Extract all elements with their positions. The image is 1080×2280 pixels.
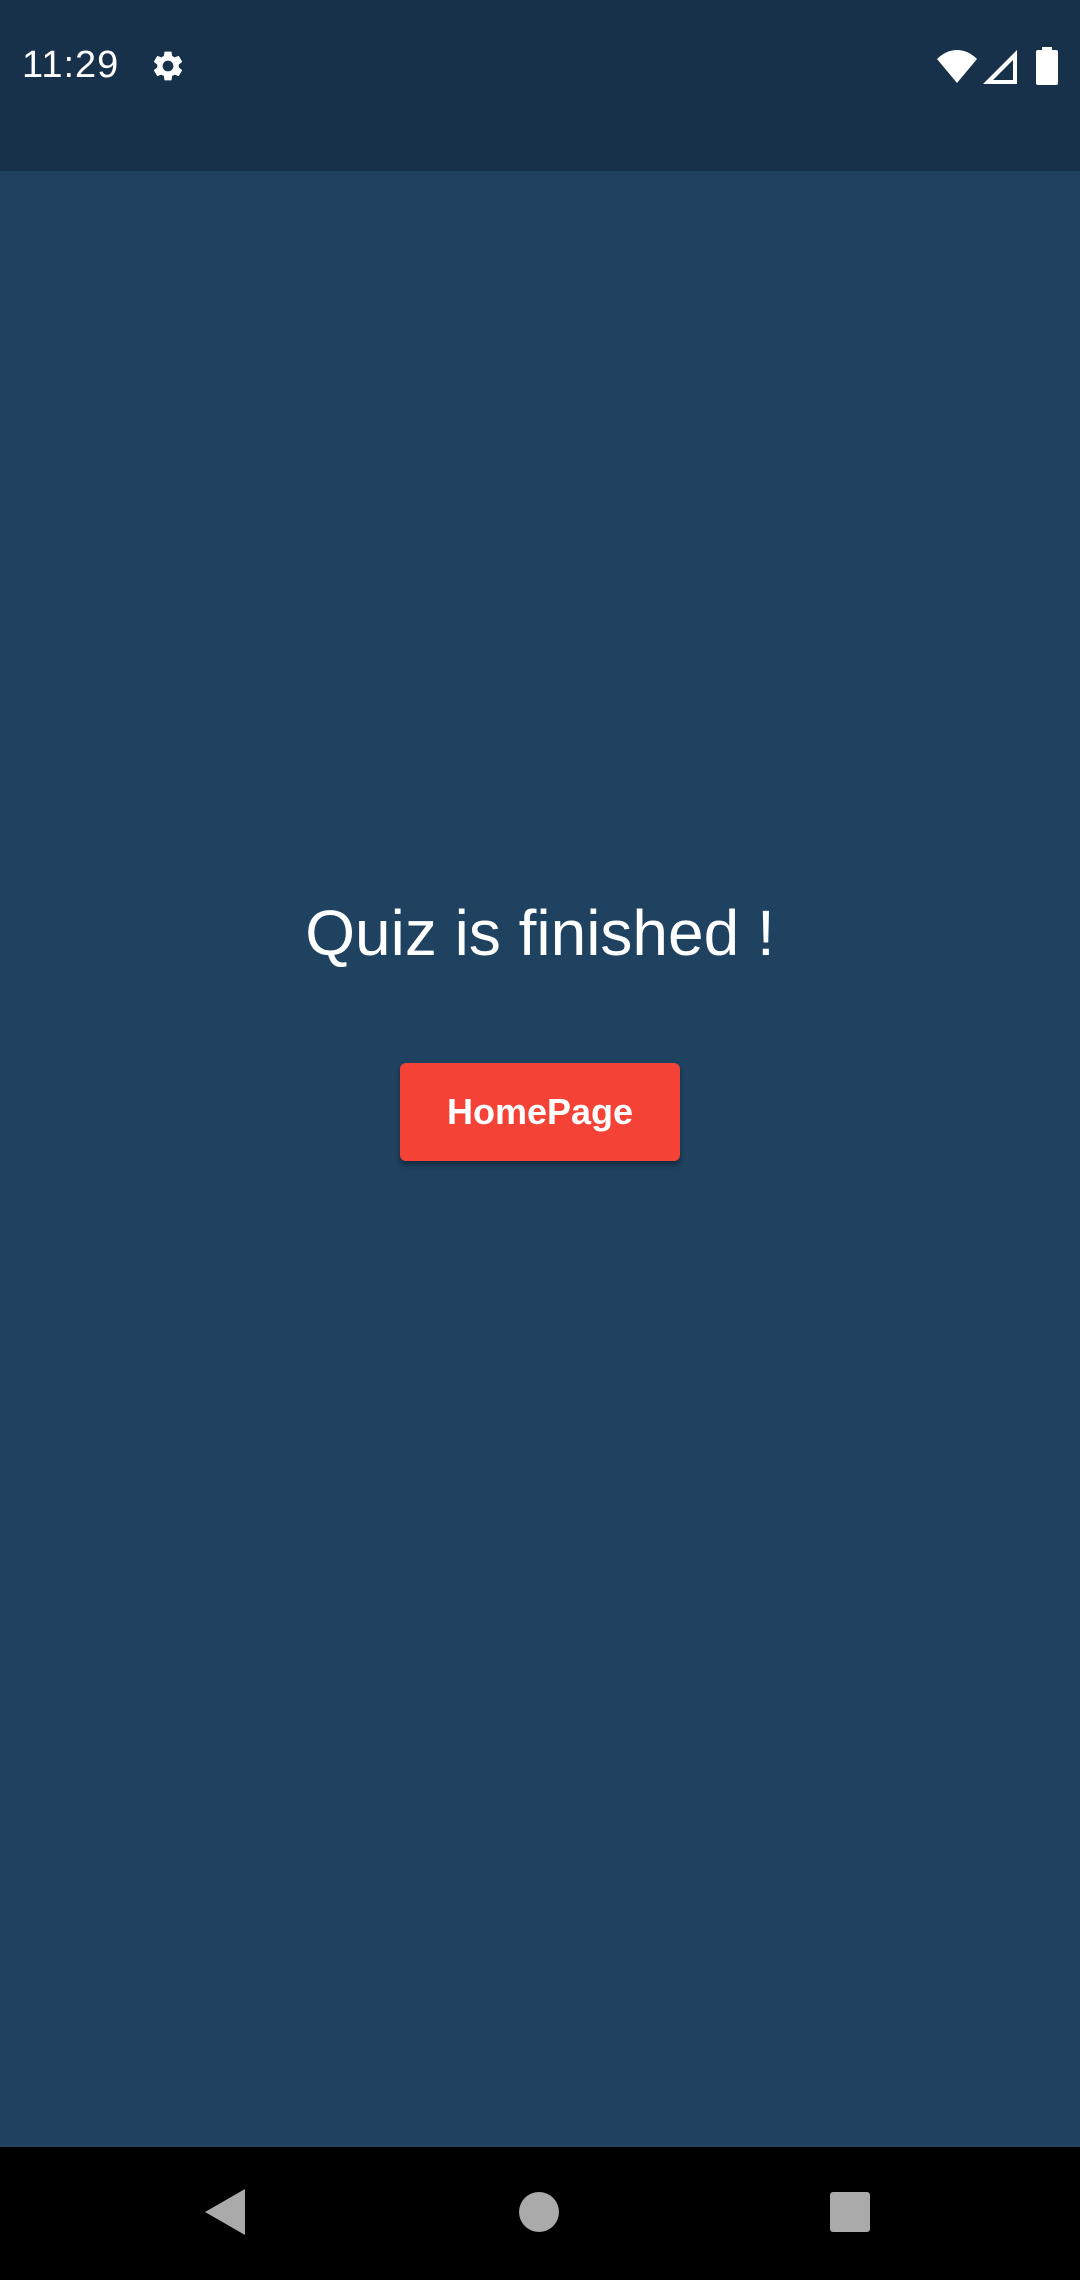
navigation-bar bbox=[0, 2147, 1080, 2280]
battery-icon bbox=[1036, 47, 1058, 85]
quiz-finished-screen: Quiz is finished ! HomePage bbox=[0, 171, 1080, 2147]
status-bar: 11:29 bbox=[0, 0, 1080, 171]
settings-gear-icon bbox=[153, 51, 183, 81]
quiz-finished-message: Quiz is finished ! bbox=[305, 897, 775, 969]
back-icon[interactable] bbox=[205, 2189, 245, 2235]
status-time: 11:29 bbox=[22, 44, 120, 86]
homepage-button[interactable]: HomePage bbox=[400, 1063, 680, 1161]
recents-icon[interactable] bbox=[830, 2192, 870, 2232]
wifi-icon bbox=[937, 50, 977, 83]
cell-signal-icon bbox=[983, 50, 1017, 84]
home-icon[interactable] bbox=[519, 2192, 559, 2232]
